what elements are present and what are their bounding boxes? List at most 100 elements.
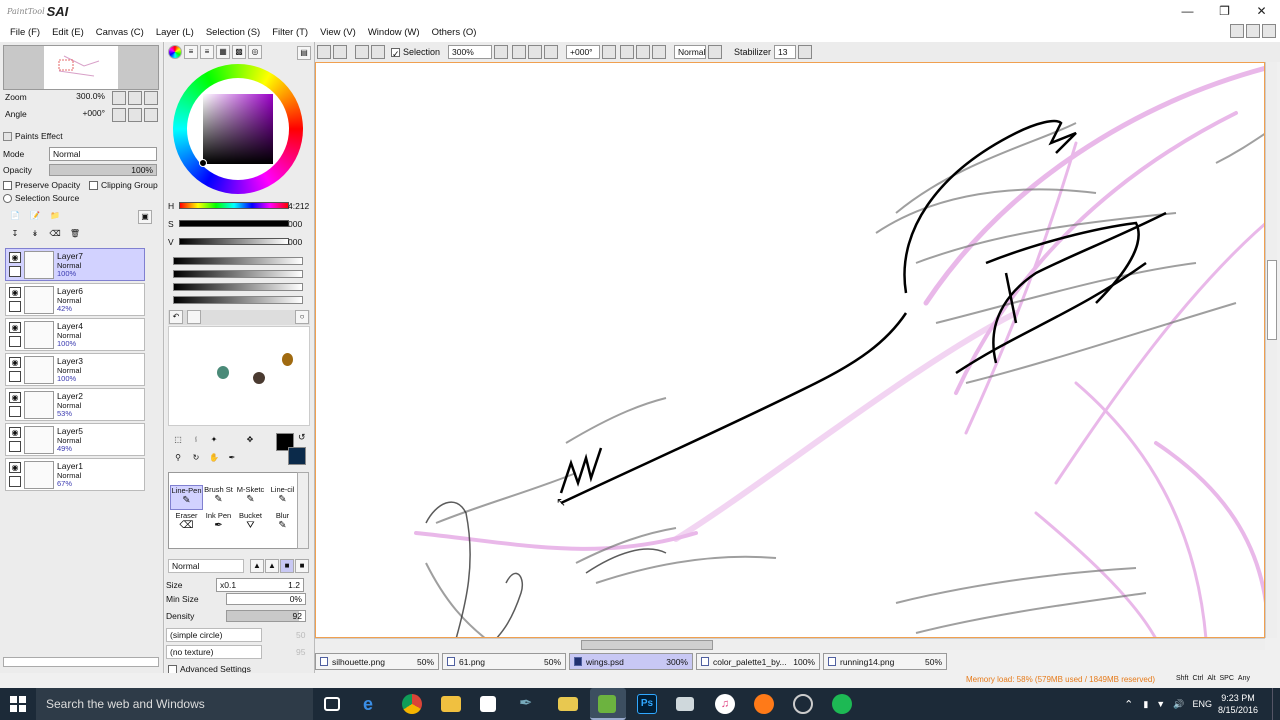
- stabilizer-select[interactable]: 13: [774, 45, 797, 59]
- menu-filter[interactable]: Filter (T): [266, 27, 314, 38]
- store-icon[interactable]: [480, 696, 496, 712]
- layer-item[interactable]: ◉ Layer7 Normal 100%: [5, 248, 145, 281]
- clock[interactable]: 9:23 PM 8/15/2016: [1218, 692, 1258, 716]
- density-slider[interactable]: 92: [226, 610, 306, 622]
- rotate-left-button[interactable]: [112, 108, 126, 122]
- tool-ink-pen[interactable]: Ink Pen ✒: [202, 511, 235, 536]
- zoom-tool-icon[interactable]: ⚲: [171, 452, 185, 466]
- rotate-cw-icon[interactable]: [636, 45, 651, 59]
- show-desktop-button[interactable]: [1272, 688, 1280, 720]
- zoom-fit-icon[interactable]: [544, 45, 559, 59]
- layer-item[interactable]: ◉ Layer2 Normal 53%: [5, 388, 145, 421]
- hsv-slider-tab-icon[interactable]: ≡: [200, 45, 214, 59]
- canvas-hscrollbar[interactable]: [315, 638, 1265, 650]
- angle-select[interactable]: +000°: [566, 45, 601, 59]
- panel-restore-button[interactable]: [1246, 24, 1260, 38]
- panel-close-button[interactable]: [1262, 24, 1276, 38]
- visibility-eye-icon[interactable]: ◉: [9, 462, 21, 473]
- scratch-swatch[interactable]: [217, 366, 229, 379]
- size-slider[interactable]: x0.1 1.2: [216, 578, 304, 592]
- task-view-icon[interactable]: [324, 697, 340, 711]
- selection-checkbox[interactable]: ✓: [391, 47, 400, 59]
- delete-layer-icon[interactable]: 🗑: [68, 228, 82, 242]
- mixer-row[interactable]: [173, 257, 303, 265]
- visibility-eye-icon[interactable]: ◉: [9, 392, 21, 403]
- rect-select-icon[interactable]: ⬚: [171, 434, 185, 448]
- tool-line-pen[interactable]: Line-Pen ✎: [170, 485, 203, 510]
- new-folder-icon[interactable]: 📁: [48, 210, 62, 224]
- tool-grid-scrollbar[interactable]: [297, 472, 309, 549]
- zoom-out-button[interactable]: [112, 91, 126, 105]
- edit-pen-icon[interactable]: [9, 441, 21, 452]
- eyedropper-icon[interactable]: ✒: [225, 452, 239, 466]
- layer-item[interactable]: ◉ Layer3 Normal 100%: [5, 353, 145, 386]
- clear-layer-icon[interactable]: ⌫: [48, 228, 62, 242]
- color-wheel-tab-icon[interactable]: [168, 45, 182, 59]
- swap-colors-icon[interactable]: ↺: [298, 432, 306, 443]
- rgb-slider-tab-icon[interactable]: ≡: [184, 45, 198, 59]
- mode-select[interactable]: Normal: [49, 147, 157, 161]
- chrome-icon[interactable]: [402, 694, 422, 714]
- minimize-button[interactable]: —: [1169, 0, 1206, 22]
- move-icon[interactable]: ✥: [243, 434, 257, 448]
- brush-texture-select[interactable]: (no texture): [166, 645, 262, 659]
- new-linework-layer-icon[interactable]: 📝: [28, 210, 42, 224]
- saturation-value-square[interactable]: [203, 94, 273, 164]
- zoom-select[interactable]: 300%: [448, 45, 493, 59]
- rotate-right-button[interactable]: [128, 108, 142, 122]
- paints-effect-header[interactable]: Paints Effect: [3, 131, 63, 141]
- layer-item[interactable]: ◉ Layer1 Normal 67%: [5, 458, 145, 491]
- zoom-slider[interactable]: 300.0%: [4, 91, 108, 103]
- redo-button[interactable]: [333, 45, 347, 59]
- layer-item[interactable]: ◉ Layer6 Normal 42%: [5, 283, 145, 316]
- selection-source-radio[interactable]: [3, 193, 12, 203]
- layer-item[interactable]: ◉ Layer4 Normal 100%: [5, 318, 145, 351]
- deselect-button[interactable]: [355, 45, 369, 59]
- layer-mask-icon[interactable]: ▣: [138, 210, 152, 224]
- blend-mode-select[interactable]: Normal: [674, 45, 707, 59]
- canvas-vscrollbar[interactable]: [1265, 62, 1277, 638]
- mixer-row[interactable]: [173, 283, 303, 291]
- file-explorer-icon[interactable]: [441, 696, 461, 712]
- tool-blur[interactable]: Blur ✎: [266, 511, 299, 536]
- min-size-slider[interactable]: 0%: [226, 593, 306, 605]
- lasso-icon[interactable]: ⧙: [189, 434, 203, 448]
- close-button[interactable]: ✕: [1243, 0, 1280, 22]
- undo-button[interactable]: [317, 45, 331, 59]
- panel-minimize-button[interactable]: [1230, 24, 1244, 38]
- edit-pen-icon[interactable]: [9, 301, 21, 312]
- zoom-out-icon[interactable]: [512, 45, 527, 59]
- color-mixer-tab-icon[interactable]: ▦: [216, 45, 230, 59]
- navigator-preview[interactable]: [3, 45, 159, 90]
- rotate-tool-icon[interactable]: ↻: [189, 452, 203, 466]
- color-wheel[interactable]: [173, 64, 303, 194]
- document-tab[interactable]: color_palette1_by... 100%: [696, 653, 820, 670]
- menu-view[interactable]: View (V): [314, 27, 362, 38]
- document-tab[interactable]: 61.png 50%: [442, 653, 566, 670]
- shape-square-icon[interactable]: ■: [295, 559, 309, 573]
- brush-blend-select[interactable]: Normal: [168, 559, 244, 573]
- photoshop-icon[interactable]: Ps: [637, 694, 657, 714]
- tool-eraser[interactable]: Eraser ⌫: [170, 511, 203, 536]
- scratchpad-undo-icon[interactable]: ↶: [169, 310, 183, 324]
- document-tab-active[interactable]: wings.psd 300%: [569, 653, 693, 670]
- edit-pen-icon[interactable]: [9, 336, 21, 347]
- merge-down-icon[interactable]: ↡: [28, 228, 42, 242]
- scratchpad[interactable]: [168, 326, 310, 426]
- panel-menu-icon[interactable]: ▤: [297, 46, 311, 60]
- new-layer-icon[interactable]: 📄: [8, 210, 22, 224]
- menu-others[interactable]: Others (O): [426, 27, 483, 38]
- rotate-reset-button[interactable]: [144, 108, 158, 122]
- menu-window[interactable]: Window (W): [362, 27, 426, 38]
- folder-icon[interactable]: [558, 697, 578, 711]
- menu-canvas[interactable]: Canvas (C): [90, 27, 150, 38]
- stabilizer-dropdown-icon[interactable]: [798, 45, 813, 59]
- zoom-dropdown-icon[interactable]: [494, 45, 509, 59]
- tool-brush[interactable]: Brush St ✎: [202, 485, 235, 510]
- magic-wand-icon[interactable]: ✦: [207, 434, 221, 448]
- hand-tool-icon[interactable]: ✋: [207, 452, 221, 466]
- menu-file[interactable]: File (F): [4, 27, 46, 38]
- swatches-tab-icon[interactable]: ▩: [232, 45, 246, 59]
- visibility-eye-icon[interactable]: ◉: [9, 252, 21, 263]
- edit-pen-icon[interactable]: [9, 476, 21, 487]
